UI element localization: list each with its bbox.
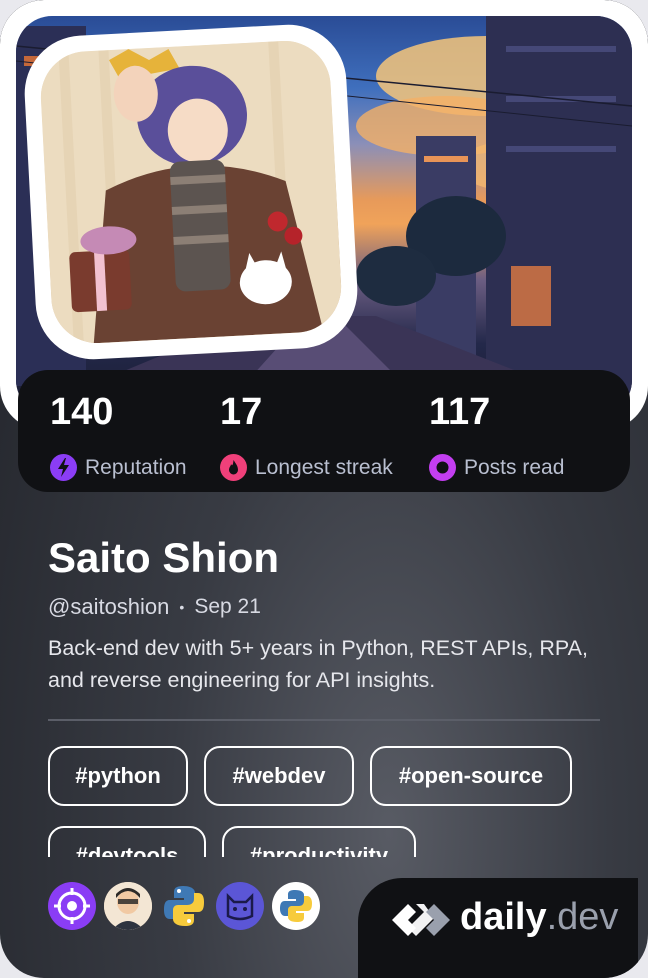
stat-label: Posts read — [464, 455, 565, 479]
python-logo-icon — [160, 882, 208, 930]
brand-name-suffix: .dev — [546, 896, 619, 938]
stat-value: 17 — [220, 391, 263, 433]
tag-productivity[interactable]: #productivity — [222, 826, 416, 857]
brand-footer: daily.dev — [358, 878, 638, 978]
flame-icon — [220, 454, 247, 481]
target-icon — [48, 882, 96, 930]
brand-name: daily.dev — [460, 896, 618, 939]
badge-list — [48, 882, 328, 930]
user-avatar-icon — [104, 882, 152, 930]
brand-name-main: daily — [460, 896, 547, 938]
tag-devtools[interactable]: #devtools — [48, 826, 206, 857]
stat-reputation: 140 Reputation — [50, 392, 187, 481]
divider — [48, 719, 600, 721]
joined-date: Sep 21 — [194, 595, 261, 618]
profile-card: 140 Reputation 17 Longest streak 117 Pos… — [0, 0, 648, 978]
profile-name: Saito Shion — [48, 534, 279, 581]
stat-label: Longest streak — [255, 455, 393, 479]
eye-ring-icon — [429, 454, 456, 481]
tag-webdev[interactable]: #webdev — [204, 746, 354, 806]
stat-longest-streak: 17 Longest streak — [220, 392, 393, 481]
python-logo-icon — [272, 882, 320, 930]
tag-python[interactable]: #python — [48, 746, 188, 806]
avatar — [38, 38, 344, 346]
stat-label: Reputation — [85, 455, 187, 479]
avatar-frame — [21, 21, 361, 363]
cat-icon — [216, 882, 264, 930]
separator-dot: • — [179, 599, 185, 615]
handle-row: @saitoshion • Sep 21 — [48, 594, 261, 620]
daily-dev-logo-icon — [392, 904, 450, 936]
tag-open-source[interactable]: #open-source — [370, 746, 572, 806]
stats-panel: 140 Reputation 17 Longest streak 117 Pos… — [18, 370, 630, 492]
stat-value: 140 — [50, 391, 114, 433]
tag-list: #python #webdev #open-source #devtools #… — [48, 746, 608, 857]
stat-posts-read: 117 Posts read — [429, 392, 564, 481]
stat-value: 117 — [429, 391, 491, 433]
lightning-icon — [50, 454, 77, 481]
profile-bio: Back-end dev with 5+ years in Python, RE… — [48, 636, 588, 692]
profile-handle: @saitoshion — [48, 594, 170, 619]
